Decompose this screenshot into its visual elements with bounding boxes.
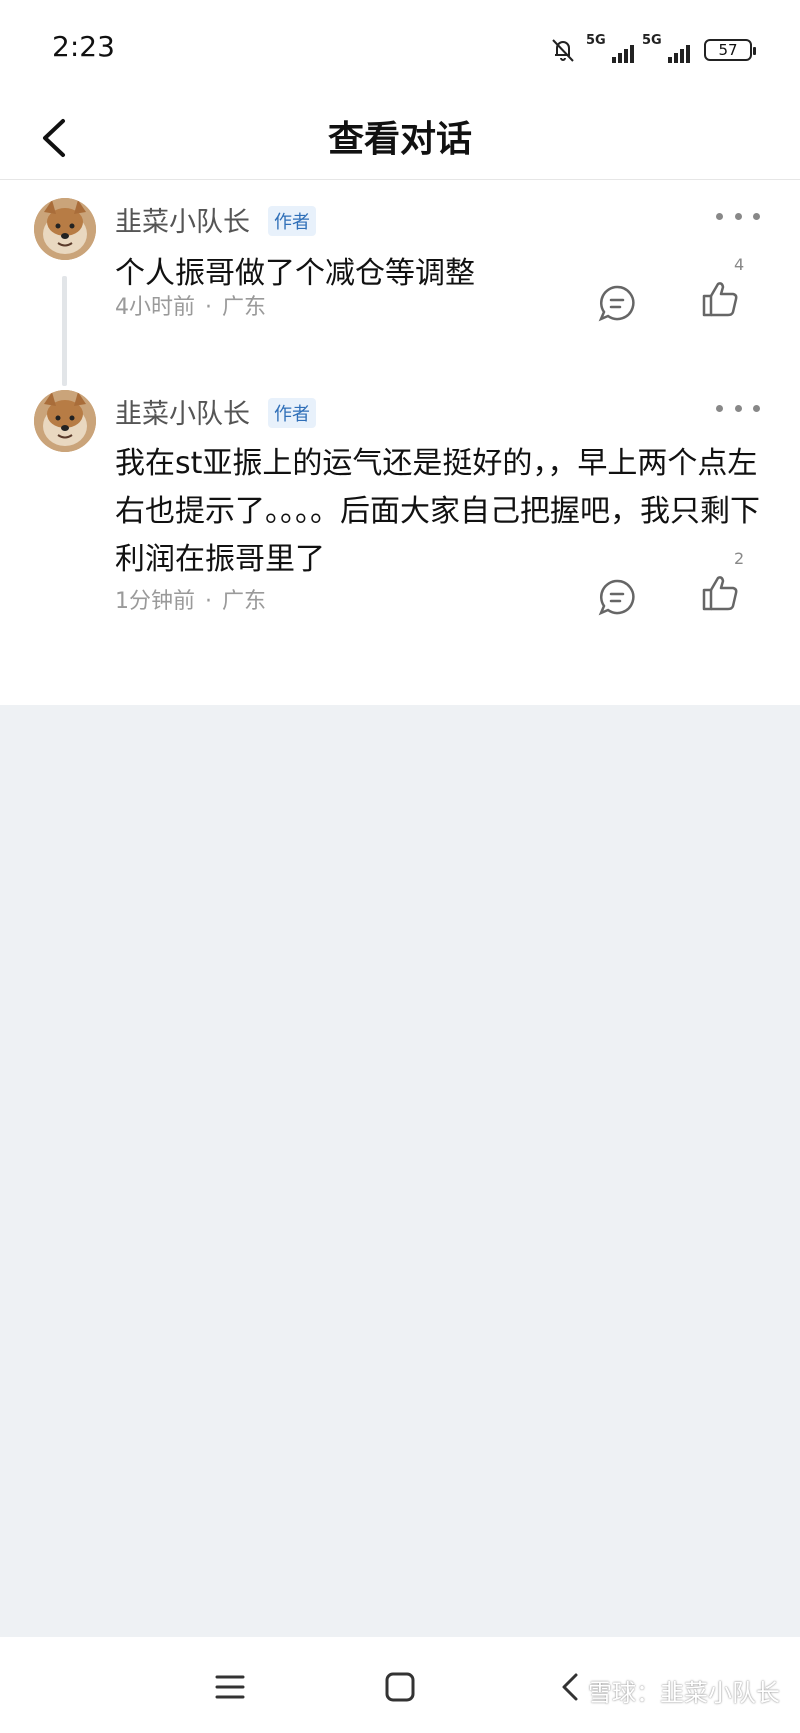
like-count: 4 xyxy=(734,255,745,274)
reply-button[interactable] xyxy=(597,283,637,323)
username[interactable]: 韭菜小队长 xyxy=(115,200,250,239)
status-icons: 5G 5G 57 xyxy=(548,30,756,70)
dog-avatar-icon xyxy=(34,198,96,260)
home-square-icon xyxy=(385,1672,415,1702)
comment-bubble-icon xyxy=(598,285,635,322)
system-back-button[interactable] xyxy=(548,1665,592,1709)
author-badge: 作者 xyxy=(268,398,316,428)
thumbs-up-icon xyxy=(702,282,738,317)
back-chevron-icon xyxy=(562,1673,578,1701)
reply-button[interactable] xyxy=(597,577,637,617)
dot-icon xyxy=(753,212,760,220)
status-bar: 2:23 5G 5G 57 xyxy=(0,0,800,96)
meta-separator: · xyxy=(205,295,212,320)
like-count: 2 xyxy=(734,549,745,568)
like-button[interactable] xyxy=(700,279,746,325)
comment-item: 韭菜小队长 作者我在st亚振上的运气还是挺好的，，早上两个点左右也提示了。。。。后… xyxy=(0,370,800,705)
thumbs-up-icon xyxy=(702,576,738,611)
dot-icon xyxy=(716,212,723,220)
watermark: 雪球：韭菜小队长 xyxy=(588,1673,780,1708)
mute-bell-icon xyxy=(552,39,574,62)
comment-location: 广东 xyxy=(222,295,267,320)
conversation-thread: 韭菜小队长 作者 个人振哥做了个减仓等调整 4小时前 · 广东 4 韭菜小队长 作者 我在… xyxy=(0,180,800,705)
comment-meta: 1分钟前 · 广东 xyxy=(115,583,266,615)
signal-2-label: 5G xyxy=(642,33,662,48)
comment-bubble-icon xyxy=(598,579,635,616)
battery-icon: 57 xyxy=(704,39,756,61)
like-button[interactable] xyxy=(700,573,746,619)
watermark-text: 雪球：韭菜小队长 xyxy=(588,1679,780,1707)
status-time: 2:23 xyxy=(52,30,115,63)
signal-icon: 5G xyxy=(642,33,690,67)
comment-item: 韭菜小队长 作者 个人振哥做了个减仓等调整 4小时前 · 广东 4 xyxy=(0,180,800,390)
dot-icon xyxy=(716,404,723,412)
dot-icon xyxy=(753,404,760,412)
page-title: 查看对话 xyxy=(327,119,472,160)
meta-separator: · xyxy=(205,589,212,614)
dog-avatar-icon xyxy=(34,390,96,452)
dot-icon xyxy=(734,212,742,220)
signal-1-label: 5G xyxy=(586,33,606,48)
more-options-button[interactable] xyxy=(716,206,760,226)
comment-time: 1分钟前 xyxy=(115,589,195,614)
page-header: 查看对话 xyxy=(0,96,800,180)
home-button[interactable] xyxy=(378,1665,422,1709)
author-badge: 作者 xyxy=(268,206,316,236)
system-nav-bar: 雪球：韭菜小队长 xyxy=(0,1637,800,1733)
signal-icon: 5G xyxy=(586,33,634,67)
menu-icon xyxy=(215,1675,245,1699)
comment-time: 4小时前 xyxy=(115,295,195,320)
avatar[interactable] xyxy=(34,198,96,260)
comment-text: 我在st亚振上的运气还是挺好的，，早上两个点左右也提示了。。。。后面大家自己把握… xyxy=(115,446,760,577)
comment-meta: 4小时前 · 广东 xyxy=(115,289,266,321)
username[interactable]: 韭菜小队长 xyxy=(115,392,250,431)
comment-location: 广东 xyxy=(222,589,267,614)
avatar[interactable] xyxy=(34,390,96,452)
more-options-button[interactable] xyxy=(716,398,760,418)
dot-icon xyxy=(734,404,742,412)
recent-apps-button[interactable] xyxy=(208,1665,252,1709)
screen: 2:23 5G 5G 57 查看对话 韭菜小队长 作者 个人振哥做了个减仓等调整… xyxy=(0,0,800,1733)
battery-level: 57 xyxy=(718,41,738,59)
